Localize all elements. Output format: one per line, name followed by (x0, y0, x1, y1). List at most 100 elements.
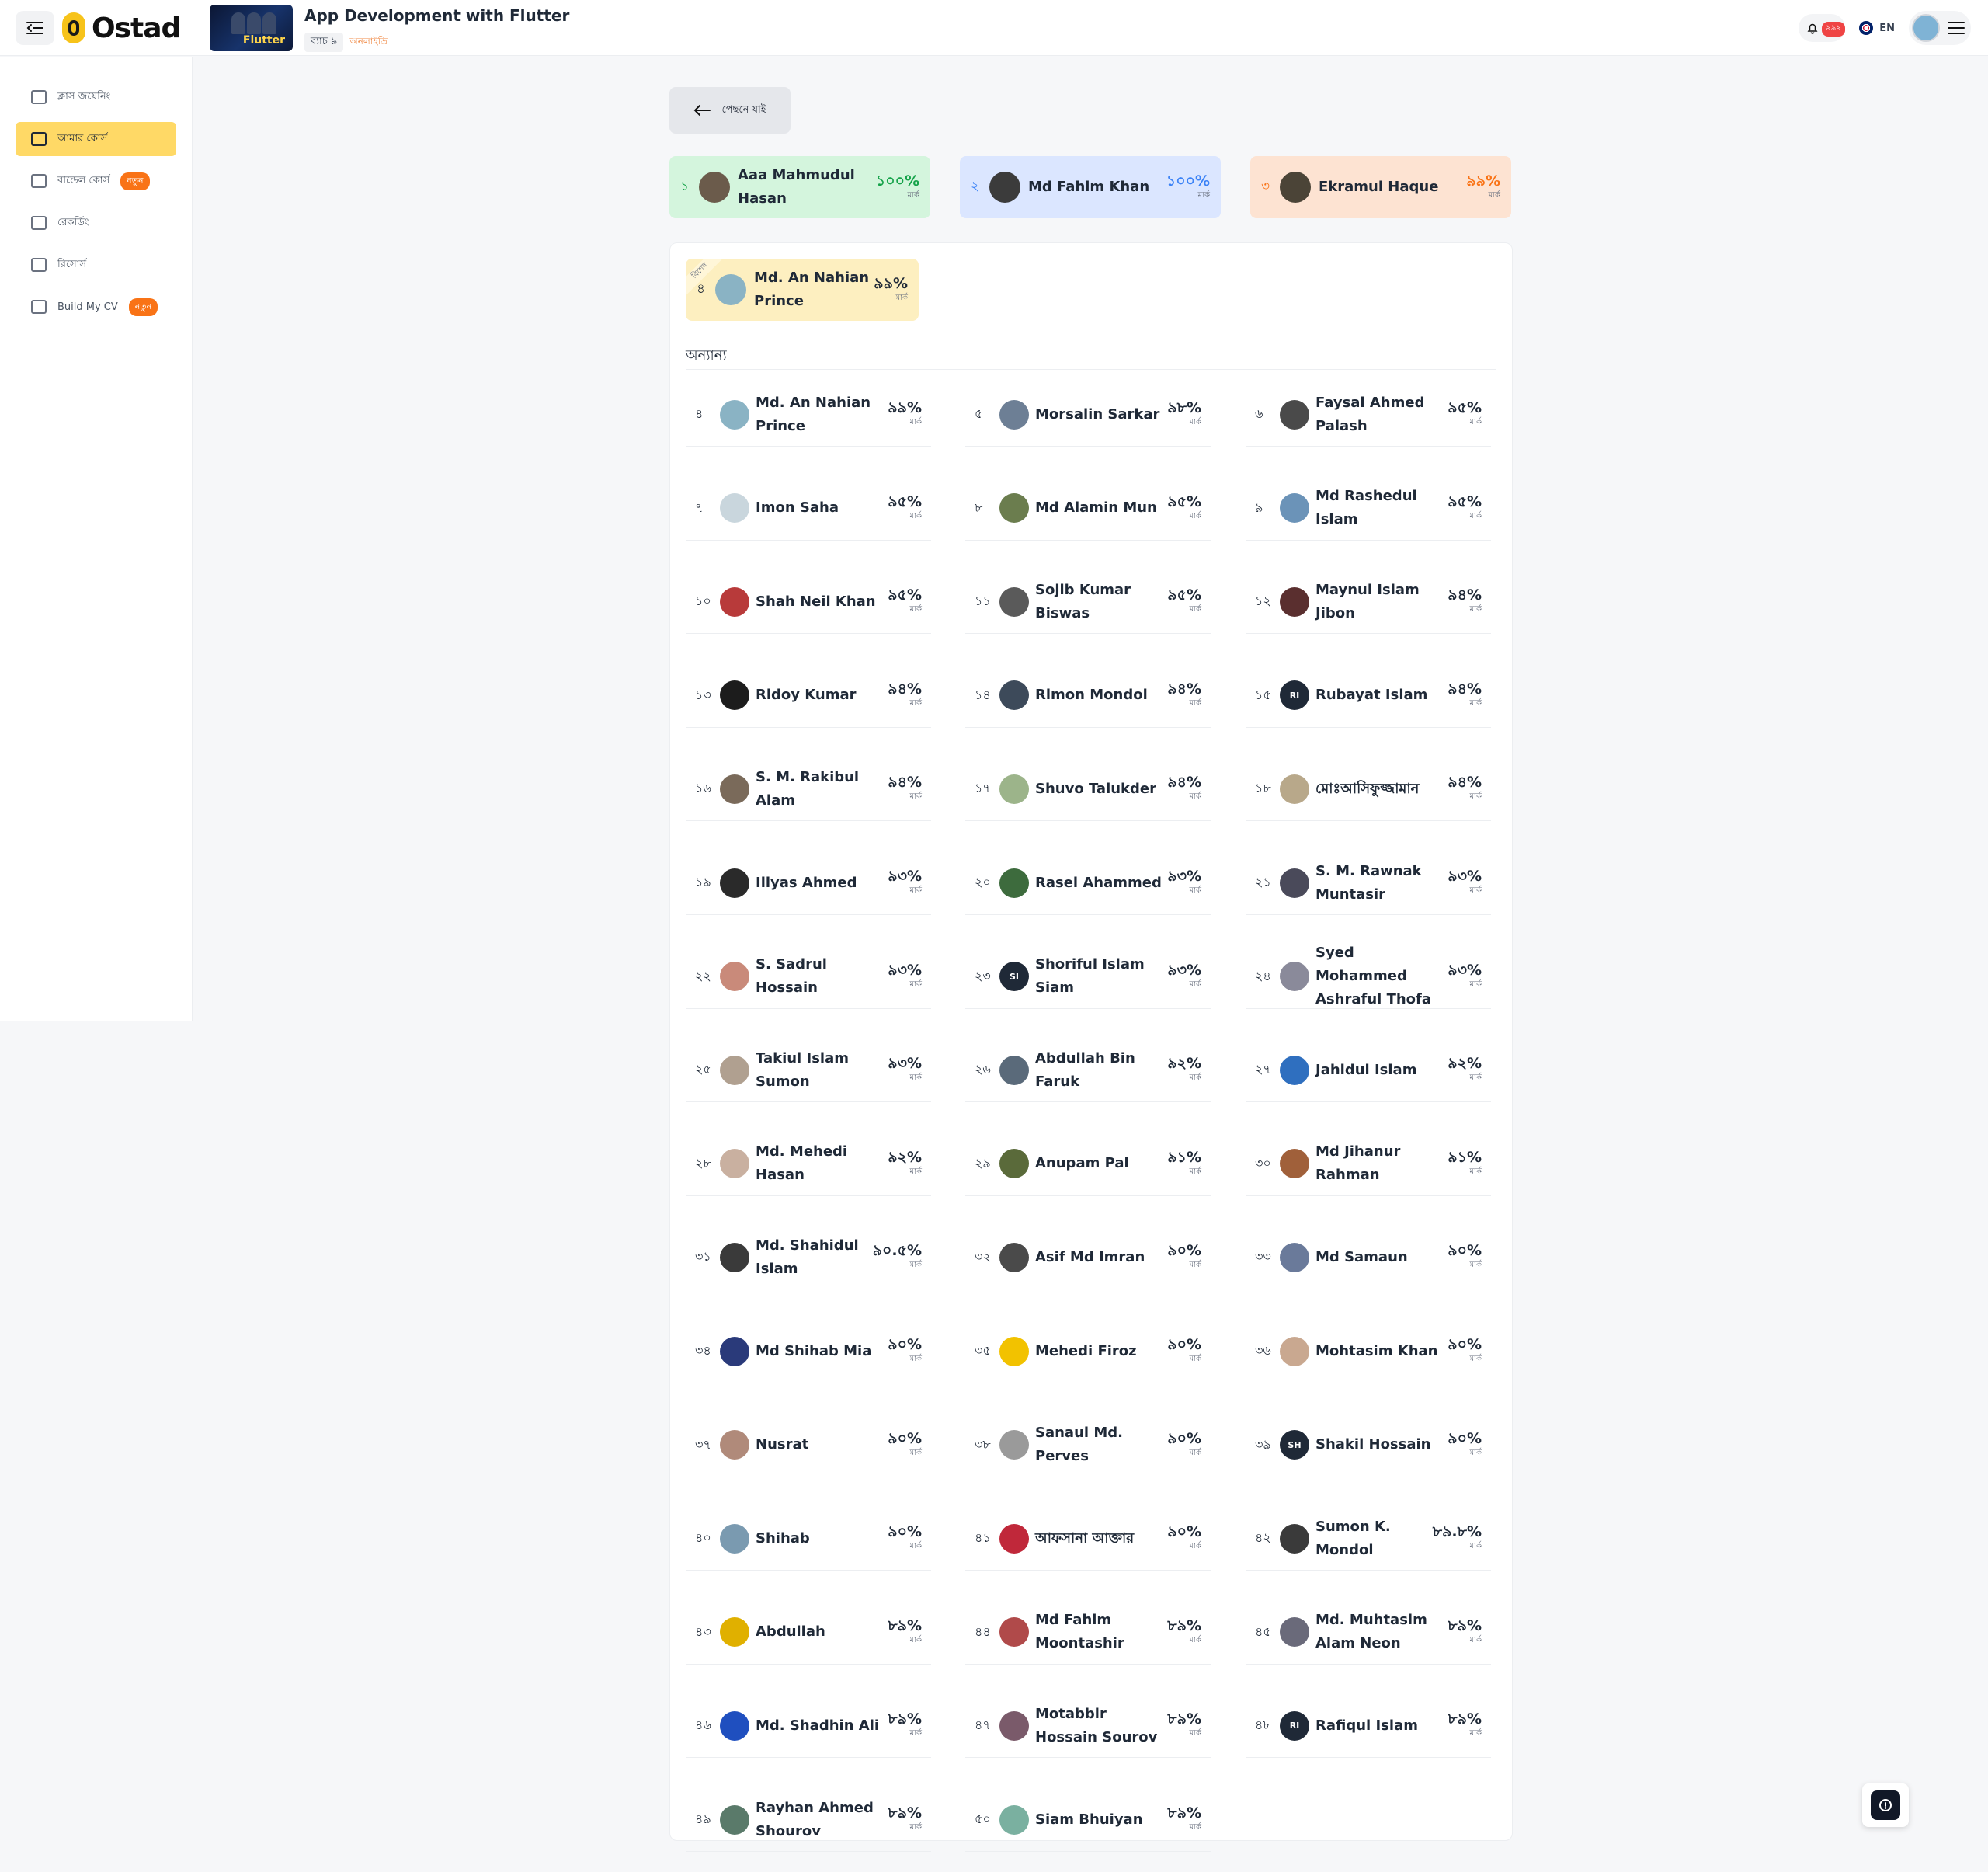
leaderboard-item[interactable]: ৩২ Asif Md Imran ৯০% মার্ক (965, 1226, 1211, 1290)
rank-number: ৪৫ (1255, 1623, 1271, 1639)
notification-button[interactable]: ৯৯৯ (1799, 14, 1846, 42)
leaderboard-item[interactable]: ৫ Morsalin Sarkar ৯৮% মার্ক (965, 383, 1211, 447)
score-unit: মার্ক (1469, 1167, 1482, 1176)
leaderboard-item[interactable]: ৪ Md. An Nahian Prince ৯৯% মার্ক (686, 383, 931, 447)
sidebar-item[interactable]: রেকর্ডিং (16, 206, 176, 240)
leaderboard-item[interactable]: ৪৫ Md. Muhtasim Alam Neon ৮৯% মার্ক (1246, 1601, 1491, 1665)
avatar (1280, 1242, 1309, 1272)
leaderboard-item[interactable]: ১৭ Shuvo Talukder ৯৪% মার্ক (965, 757, 1211, 822)
student-name: Morsalin Sarkar (1035, 405, 1160, 423)
score: ৯৫% মার্ক (1167, 493, 1201, 524)
special-card[interactable]: বিশেষ ৪ Md. An Nahian Prince ৯৯% মার্ক (686, 259, 919, 321)
leaderboard-item[interactable]: ৪৩ Abdullah ৮৯% মার্ক (686, 1601, 931, 1665)
leaderboard-item[interactable]: ২২ S. Sadrul Hossain ৯৩% মার্ক (686, 945, 931, 1009)
leaderboard-item[interactable]: ১৯ Iliyas Ahmed ৯৩% মার্ক (686, 851, 931, 915)
batch-info: ব্যাচ ৯ অনলাইভ্রি (304, 33, 388, 52)
score-percent: ৯০% (1448, 1336, 1482, 1353)
leaderboard-item[interactable]: ৪৬ Md. Shadhin Ali ৮৯% মার্ক (686, 1694, 931, 1759)
leaderboard-item[interactable]: ১৬ S. M. Rakibul Alam ৯৪% মার্ক (686, 757, 931, 822)
avatar (999, 1804, 1029, 1835)
leaderboard-item[interactable]: ৪০ Shihab ৯০% মার্ক (686, 1507, 931, 1571)
leaderboard-item[interactable]: ৩৯ SH Shakil Hossain ৯০% মার্ক (1246, 1414, 1491, 1477)
score-percent: ৯৪% (1448, 586, 1482, 604)
avatar (999, 1242, 1029, 1272)
leaderboard-item[interactable]: ৪২ Sumon K. Mondol ৮৯.৮% মার্ক (1246, 1507, 1491, 1571)
avatar (720, 1710, 749, 1741)
leaderboard-item[interactable]: ৬ Faysal Ahmed Palash ৯৫% মার্ক (1246, 383, 1491, 447)
leaderboard-item[interactable]: ৭ Imon Saha ৯৫% মার্ক (686, 477, 931, 541)
leaderboard-item[interactable]: ৩১ Md. Shahidul Islam ৯০.৫% মার্ক (686, 1226, 931, 1290)
leaderboard-item[interactable]: ২৭ Jahidul Islam ৯২% মার্ক (1246, 1039, 1491, 1103)
sidebar-item[interactable]: আমার কোর্স (16, 122, 176, 156)
leaderboard-item[interactable]: ৯ Md Rashedul Islam ৯৫% মার্ক (1246, 477, 1491, 541)
leaderboard-item[interactable]: ২৯ Anupam Pal ৯১% মার্ক (965, 1133, 1211, 1196)
help-button[interactable] (1862, 1783, 1909, 1827)
user-menu[interactable] (1909, 11, 1971, 45)
avatar (1912, 14, 1940, 42)
sidebar-toggle-button[interactable] (16, 11, 54, 45)
rank-number: ৩৮ (975, 1436, 991, 1452)
leaderboard-item[interactable]: ৩৭ Nusrat ৯০% মার্ক (686, 1414, 931, 1477)
sidebar-item[interactable]: রিসোর্স (16, 248, 176, 282)
leaderboard-item[interactable]: ৩৩ Md Samaun ৯০% মার্ক (1246, 1226, 1491, 1290)
score-percent: ৯৯% (888, 399, 922, 416)
score: ৯০% মার্ক (1167, 1242, 1201, 1272)
leaderboard-item[interactable]: ২৪ Syed Mohammed Ashraful Thofa ৯৩% মার্ক (1246, 945, 1491, 1009)
leaderboard-item[interactable]: ৩৬ Mohtasim Khan ৯০% মার্ক (1246, 1320, 1491, 1383)
leaderboard-item[interactable]: ৪৯ Rayhan Ahmed Shourov ৮৯% মার্ক (686, 1788, 931, 1852)
score-unit: মার্ক (1469, 979, 1482, 989)
leaderboard-item[interactable]: ১২ Maynul Islam Jibon ৯৪% মার্ক (1246, 570, 1491, 635)
podium-card[interactable]: ৩ Ekramul Haque ৯৯% মার্ক (1250, 156, 1511, 218)
leaderboard-item[interactable]: ১৩ Ridoy Kumar ৯৪% মার্ক (686, 664, 931, 728)
avatar (720, 493, 749, 524)
student-name: Md. An Nahian Prince (754, 270, 870, 309)
ostad-logo[interactable]: Ostad (62, 11, 181, 45)
language-switcher[interactable]: EN (1854, 21, 1899, 35)
leaderboard-item[interactable]: ২০ Rasel Ahammed ৯৩% মার্ক (965, 851, 1211, 915)
leaderboard-item[interactable]: ৪৪ Md Fahim Moontashir ৮৯% মার্ক (965, 1601, 1211, 1665)
sidebar-item[interactable]: বান্ডেল কোর্স নতুন (16, 164, 176, 198)
leaderboard-item[interactable]: ৪৮ RI Rafiqul Islam ৮৯% মার্ক (1246, 1694, 1491, 1759)
score-unit: মার্ক (1469, 511, 1482, 520)
leaderboard-item[interactable]: ৩৮ Sanaul Md. Perves ৯০% মার্ক (965, 1414, 1211, 1477)
leaderboard-item[interactable]: ২১ S. M. Rawnak Muntasir ৯৩% মার্ক (1246, 851, 1491, 915)
leaderboard-item[interactable]: ৪১ আফসানা আক্তার ৯০% মার্ক (965, 1507, 1211, 1571)
student-name: Imon Saha (756, 499, 839, 517)
leaderboard-item[interactable]: ৩৫ Mehedi Firoz ৯০% মার্ক (965, 1320, 1211, 1383)
score: ৯৪% মার্ক (1448, 774, 1482, 804)
leaderboard-item[interactable]: ২৩ SI Shoriful Islam Siam ৯৩% মার্ক (965, 945, 1211, 1009)
leaderboard-item[interactable]: ১৮ মোঃআসিফুজ্জামান ৯৪% মার্ক (1246, 757, 1491, 822)
back-button[interactable]: পেছনে যাই (669, 87, 791, 134)
leaderboard-item[interactable]: ৮ Md Alamin Mun ৯৫% মার্ক (965, 477, 1211, 541)
leaderboard-item[interactable]: ২৫ Takiul Islam Sumon ৯৩% মার্ক (686, 1039, 931, 1103)
leaderboard-item[interactable]: ৫০ Siam Bhuiyan ৮৯% মার্ক (965, 1788, 1211, 1852)
leaderboard-item[interactable]: ২৬ Abdullah Bin Faruk ৯২% মার্ক (965, 1039, 1211, 1103)
leaderboard-item[interactable]: ৪৭ Motabbir Hossain Sourov ৮৯% মার্ক (965, 1694, 1211, 1759)
leaderboard-item[interactable]: ১৪ Rimon Mondol ৯৪% মার্ক (965, 664, 1211, 728)
score-percent: ৮৯% (888, 1804, 922, 1822)
score-percent: ৯৩% (1448, 868, 1482, 885)
podium-card[interactable]: ২ Md Fahim Khan ১০০% মার্ক (960, 156, 1221, 218)
score: ৯৪% মার্ক (1448, 680, 1482, 711)
podium-card[interactable]: ১ Aaa Mahmudul Hasan ১০০% মার্ক (669, 156, 930, 218)
back-button-label: পেছনে যাই (721, 103, 766, 116)
score-unit: মার্ক (1197, 190, 1210, 200)
score-percent: ৯০% (888, 1523, 922, 1541)
student-name: Md Fahim Moontashir (1035, 1612, 1124, 1652)
sidebar-item[interactable]: ক্লাস জয়েনিং (16, 80, 176, 114)
top-bar: Ostad Flutter App Development with Flutt… (0, 0, 1988, 56)
uk-flag-icon (1859, 21, 1874, 35)
leaderboard-item[interactable]: ১০ Shah Neil Khan ৯৫% মার্ক (686, 570, 931, 635)
leaderboard-item[interactable]: ৩০ Md Jihanur Rahman ৯১% মার্ক (1246, 1133, 1491, 1196)
sidebar-item[interactable]: Build My CV নতুন (16, 290, 176, 324)
leaderboard-item[interactable]: ১১ Sojib Kumar Biswas ৯৫% মার্ক (965, 570, 1211, 635)
score-percent: ৯৫% (1448, 399, 1482, 416)
leaderboard-item[interactable]: ৩৪ Md Shihab Mia ৯০% মার্ক (686, 1320, 931, 1383)
rank-number: ৩১ (695, 1249, 711, 1265)
leaderboard-item[interactable]: ২৮ Md. Mehedi Hasan ৯২% মার্ক (686, 1133, 931, 1196)
avatar (720, 868, 749, 898)
rank-number: ১৮ (1255, 781, 1271, 796)
leaderboard-item[interactable]: ১৫ RI Rubayat Islam ৯৪% মার্ক (1246, 664, 1491, 728)
rank-number: ২০ (975, 875, 991, 889)
student-name: Md Alamin Mun (1035, 499, 1157, 517)
